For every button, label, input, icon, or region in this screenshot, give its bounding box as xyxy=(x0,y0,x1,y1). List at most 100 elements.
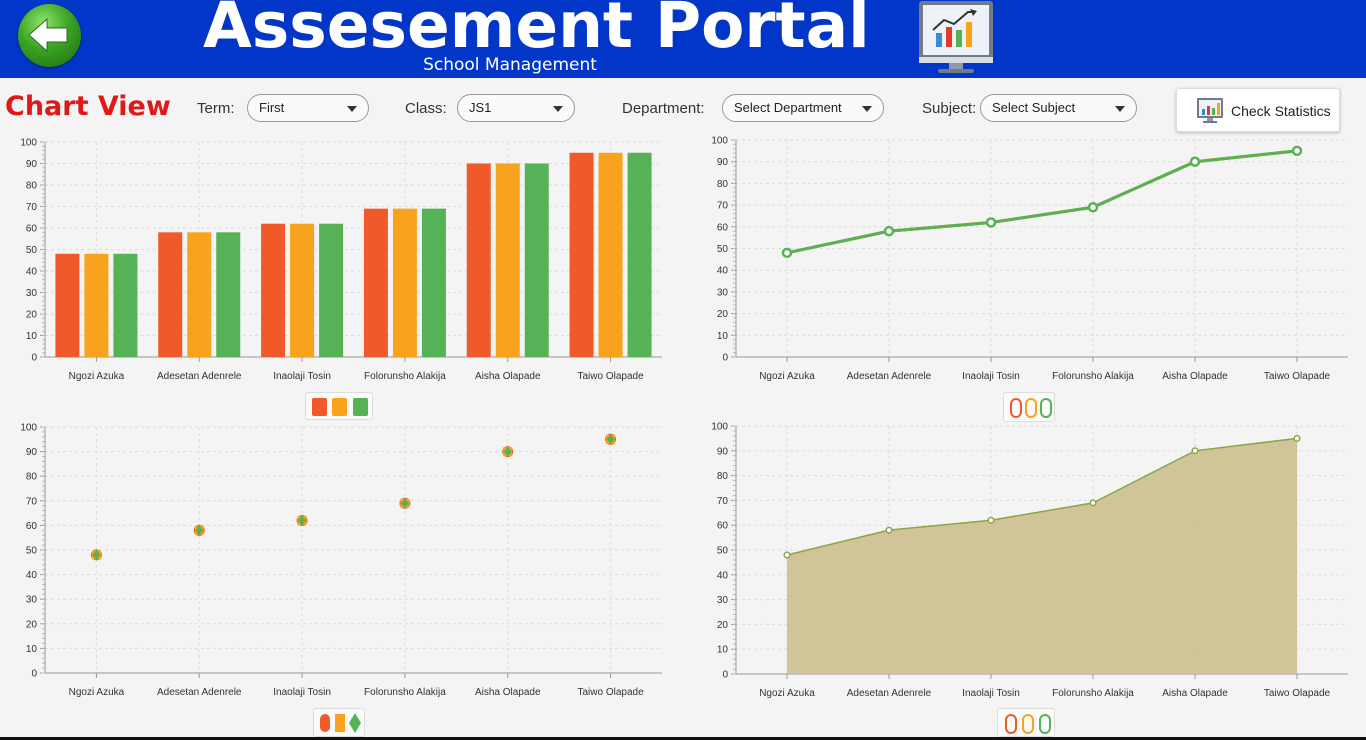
y-tick-label: 60 xyxy=(26,224,38,235)
y-tick-label: 100 xyxy=(711,422,728,433)
x-tick-label: Aisha Olapade xyxy=(475,687,541,698)
y-tick-label: 0 xyxy=(722,670,728,681)
data-point xyxy=(1293,434,1301,442)
bar xyxy=(216,232,241,357)
y-tick-label: 30 xyxy=(717,595,729,606)
bar xyxy=(84,253,109,357)
y-tick-label: 50 xyxy=(717,546,729,557)
y-tick-label: 50 xyxy=(26,546,38,557)
x-tick-label: Folorunsho Alakija xyxy=(1052,371,1134,382)
y-tick-label: 10 xyxy=(717,645,729,656)
charts-area: 0102030405060708090100Ngozi Azuka Adeseta… xyxy=(20,136,1348,699)
legend-symbol xyxy=(1005,714,1017,734)
bar xyxy=(466,163,491,357)
x-tick-label: Inaolaji Tosin xyxy=(273,371,331,382)
data-point xyxy=(985,217,997,228)
y-tick-label: 10 xyxy=(26,644,38,655)
bar xyxy=(290,223,315,357)
bar xyxy=(319,223,344,357)
x-tick-label: Folorunsho Alakija xyxy=(364,371,446,382)
y-tick-label: 30 xyxy=(26,595,38,606)
y-tick-label: 90 xyxy=(717,446,729,457)
legend-swatch xyxy=(312,398,327,416)
legend-swatch xyxy=(332,398,347,416)
y-tick-label: 60 xyxy=(26,521,38,532)
bar xyxy=(55,253,80,357)
bar xyxy=(392,208,417,357)
y-tick-label: 10 xyxy=(26,331,38,342)
y-tick-label: 80 xyxy=(717,179,729,190)
y-tick-label: 70 xyxy=(717,496,729,507)
data-point xyxy=(1089,499,1097,507)
x-tick-label: Inaolaji Tosin xyxy=(962,371,1020,382)
x-tick-label: Taiwo Olapade xyxy=(1264,371,1331,382)
legend-symbol xyxy=(1039,714,1051,734)
y-tick-label: 90 xyxy=(717,157,729,168)
x-tick-label: Aisha Olapade xyxy=(1162,371,1228,382)
bar xyxy=(421,208,446,357)
bar xyxy=(627,152,652,357)
data-point xyxy=(1087,202,1099,213)
series-line xyxy=(786,149,1298,255)
x-tick-label: Adesetan Adenrele xyxy=(157,371,242,382)
legend-symbol xyxy=(320,714,330,732)
y-tick-label: 20 xyxy=(26,619,38,630)
legend-symbol xyxy=(1040,398,1052,418)
x-tick-label: Inaolaji Tosin xyxy=(962,688,1020,699)
legend-symbol xyxy=(1010,398,1022,418)
legend-symbol xyxy=(1025,398,1037,418)
y-tick-label: 100 xyxy=(20,423,37,434)
y-tick-label: 90 xyxy=(26,159,38,170)
legend-symbol xyxy=(335,714,345,732)
y-tick-label: 30 xyxy=(26,288,38,299)
y-tick-label: 90 xyxy=(26,447,38,458)
y-tick-label: 70 xyxy=(717,201,729,212)
bar xyxy=(113,253,138,357)
y-tick-label: 80 xyxy=(717,471,729,482)
bar xyxy=(524,163,549,357)
x-tick-label: Adesetan Adenrele xyxy=(847,688,932,699)
y-tick-label: 100 xyxy=(20,138,37,149)
y-tick-label: 40 xyxy=(717,570,729,581)
x-tick-label: Aisha Olapade xyxy=(1162,688,1228,699)
y-tick-label: 40 xyxy=(26,570,38,581)
y-tick-label: 20 xyxy=(717,620,729,631)
y-tick-label: 30 xyxy=(717,287,729,298)
y-tick-label: 10 xyxy=(717,331,729,342)
area-chart-legend xyxy=(997,708,1055,737)
data-point xyxy=(1189,156,1201,167)
legend-symbol xyxy=(1022,714,1034,734)
y-tick-label: 40 xyxy=(717,266,729,277)
data-point xyxy=(1291,145,1303,157)
bar-chart-legend xyxy=(305,392,373,420)
y-tick-label: 0 xyxy=(31,353,37,364)
y-tick-label: 60 xyxy=(717,222,729,233)
y-tick-label: 40 xyxy=(26,267,38,278)
bar xyxy=(187,232,212,357)
y-tick-label: 60 xyxy=(717,521,729,532)
area-fill xyxy=(787,438,1297,674)
y-tick-label: 0 xyxy=(31,669,37,680)
bar xyxy=(158,232,183,357)
x-tick-label: Ngozi Azuka xyxy=(759,371,815,382)
x-tick-label: Folorunsho Alakija xyxy=(1052,688,1134,699)
y-tick-label: 80 xyxy=(26,181,38,192)
bar xyxy=(495,163,520,357)
bar xyxy=(363,208,388,357)
data-point xyxy=(783,551,791,559)
line-chart-legend xyxy=(1003,392,1055,422)
x-tick-label: Ngozi Azuka xyxy=(69,687,125,698)
scatter-chart-legend xyxy=(313,708,365,737)
data-point xyxy=(885,526,893,534)
y-tick-label: 20 xyxy=(717,309,729,320)
data-point xyxy=(883,225,895,237)
bar xyxy=(598,152,623,357)
x-tick-label: Adesetan Adenrele xyxy=(847,371,932,382)
y-tick-label: 0 xyxy=(722,353,728,364)
y-tick-label: 80 xyxy=(26,472,38,483)
x-tick-label: Adesetan Adenrele xyxy=(157,687,242,698)
x-tick-label: Ngozi Azuka xyxy=(759,688,815,699)
x-tick-label: Taiwo Olapade xyxy=(578,687,645,698)
data-point xyxy=(781,247,793,259)
x-tick-label: Inaolaji Tosin xyxy=(273,687,331,698)
